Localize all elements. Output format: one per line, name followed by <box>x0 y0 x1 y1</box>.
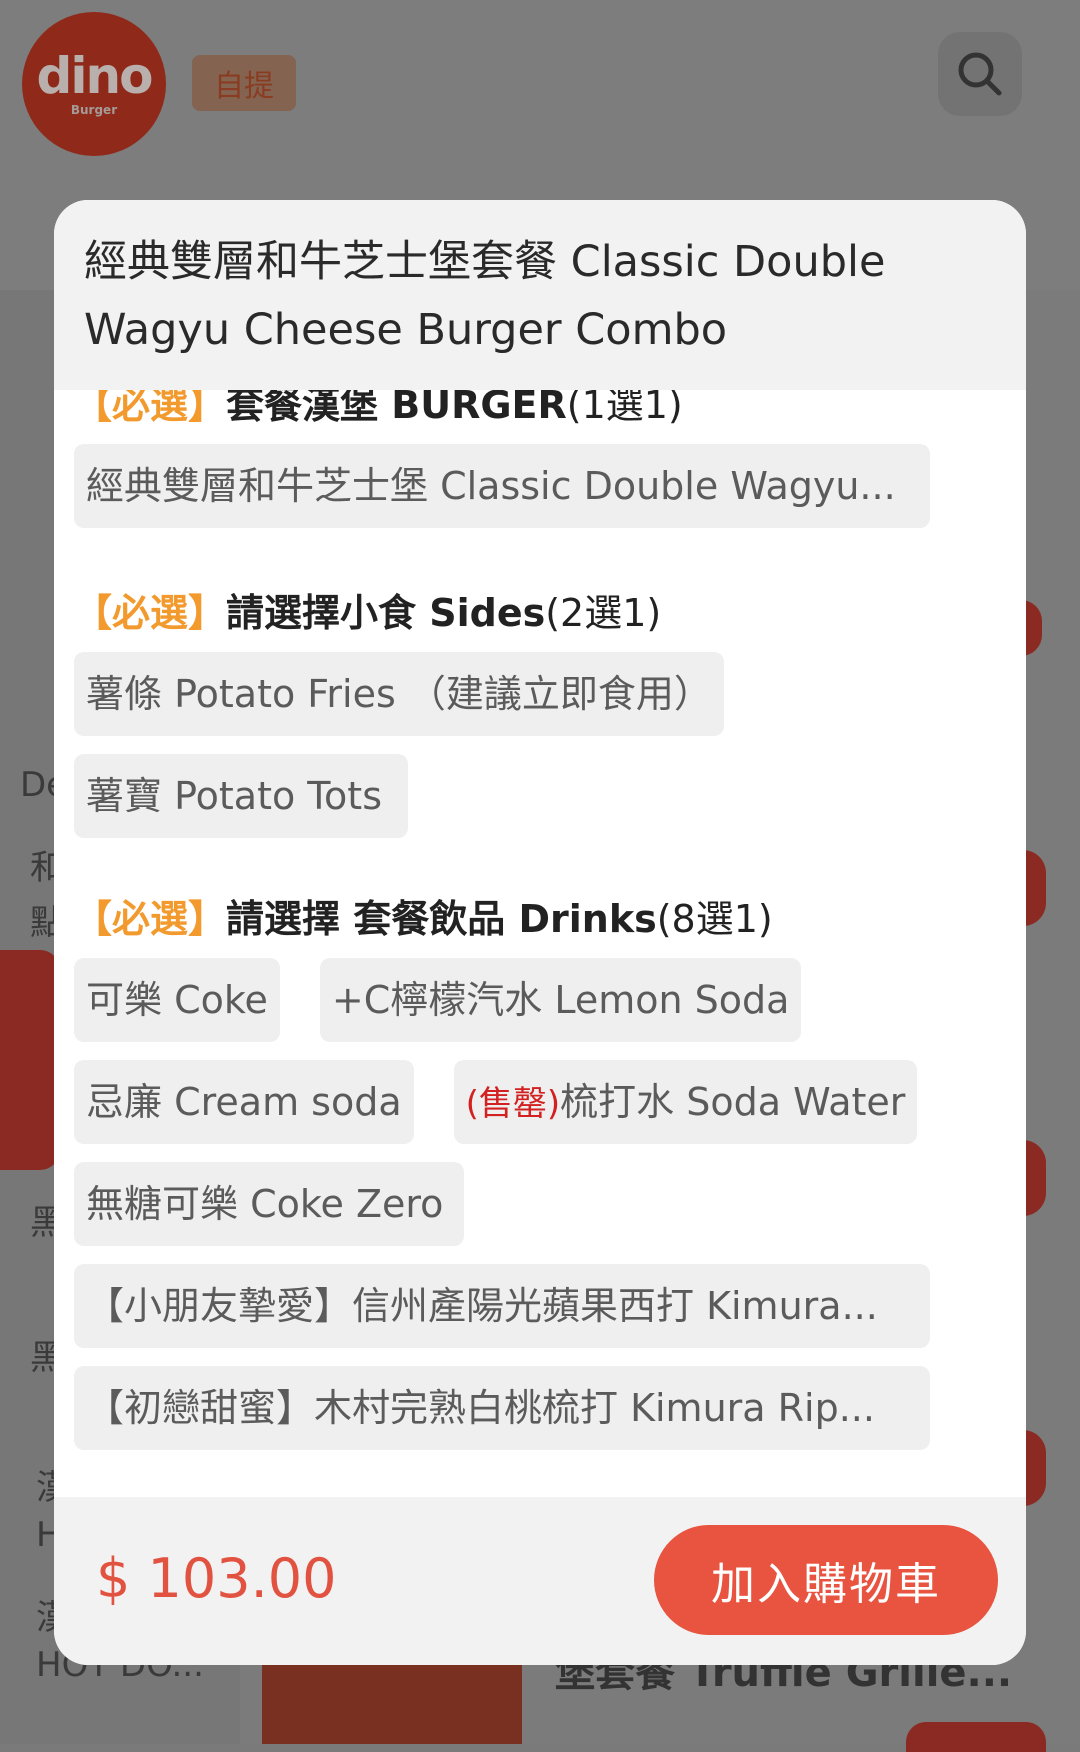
option-chip[interactable]: 忌廉 Cream soda <box>74 1060 414 1144</box>
required-tag: 【必選】 <box>74 390 227 427</box>
option-list: 可樂 Coke +C檸檬汽水 Lemon Soda 忌廉 Cream soda … <box>74 954 1026 1450</box>
section-rule: (1選1) <box>566 390 683 427</box>
option-list: 薯條 Potato Fries （建議立即食用） 薯寶 Potato Tots <box>74 648 1026 838</box>
option-section-burger: 【必選】套餐漢堡 BURGER(1選1) 經典雙層和牛芝士堡 Classic D… <box>74 390 1026 528</box>
option-chip[interactable]: 薯條 Potato Fries （建議立即食用） <box>74 652 724 736</box>
options-scroll-area[interactable]: 【必選】套餐漢堡 BURGER(1選1) 經典雙層和牛芝士堡 Classic D… <box>54 390 1026 1665</box>
search-icon <box>958 52 1002 96</box>
option-chip[interactable]: +C檸檬汽水 Lemon Soda <box>319 958 802 1042</box>
pickup-mode-badge[interactable]: 自提 <box>192 55 296 111</box>
option-label: 梳打水 Soda Water <box>560 1080 906 1124</box>
section-rule: (2選1) <box>545 591 662 635</box>
bg-cart-button <box>906 1722 1046 1752</box>
product-title: 經典雙層和牛芝士堡套餐 Classic Double Wagyu Cheese … <box>84 237 886 355</box>
search-button[interactable] <box>938 32 1022 116</box>
combo-options-modal: 經典雙層和牛芝士堡套餐 Classic Double Wagyu Cheese … <box>54 200 1026 1665</box>
logo-text: dino <box>36 47 154 105</box>
option-section-drinks: 【必選】請選擇 套餐飲品 Drinks(8選1) 可樂 Coke +C檸檬汽水 … <box>74 884 1026 1450</box>
required-tag: 【必選】 <box>74 591 227 635</box>
food-image <box>262 1660 522 1744</box>
required-tag: 【必選】 <box>74 897 227 941</box>
option-chip[interactable]: 薯寶 Potato Tots <box>74 754 408 838</box>
section-name: 請選擇 套餐飲品 Drinks <box>226 897 657 941</box>
section-heading: 【必選】請選擇 套餐飲品 Drinks(8選1) <box>74 884 1026 954</box>
modal-footer: $ 103.00 加入購物車 <box>54 1497 1026 1665</box>
logo-subtext: Burger <box>70 103 118 117</box>
section-name: 套餐漢堡 BURGER <box>226 390 567 427</box>
section-heading: 【必選】套餐漢堡 BURGER(1選1) <box>74 390 1026 440</box>
option-chip[interactable]: 可樂 Coke <box>74 958 280 1042</box>
section-name: 請選擇小食 Sides <box>226 591 546 635</box>
option-chip[interactable]: 【小朋友摯愛】信州產陽光蘋果西打 Kimura... <box>74 1264 930 1348</box>
section-rule: (8選1) <box>656 897 773 941</box>
add-to-cart-button[interactable]: 加入購物車 <box>654 1525 998 1635</box>
brand-logo[interactable]: dino Burger <box>22 12 166 156</box>
section-heading: 【必選】請選擇小食 Sides(2選1) <box>74 578 1026 648</box>
option-section-sides: 【必選】請選擇小食 Sides(2選1) 薯條 Potato Fries （建議… <box>74 578 1026 838</box>
option-chip[interactable]: 經典雙層和牛芝士堡 Classic Double Wagyu... <box>74 444 930 528</box>
option-list: 經典雙層和牛芝士堡 Classic Double Wagyu... <box>74 440 1026 528</box>
sold-out-tag: (售罄) <box>465 1084 561 1124</box>
total-price: $ 103.00 <box>96 1547 337 1610</box>
option-chip-sold-out: (售罄)梳打水 Soda Water <box>453 1060 918 1144</box>
option-chip[interactable]: 無糖可樂 Coke Zero <box>74 1162 464 1246</box>
modal-header: 經典雙層和牛芝士堡套餐 Classic Double Wagyu Cheese … <box>54 200 1026 390</box>
option-chip[interactable]: 【初戀甜蜜】木村完熟白桃梳打 Kimura Rip... <box>74 1366 930 1450</box>
